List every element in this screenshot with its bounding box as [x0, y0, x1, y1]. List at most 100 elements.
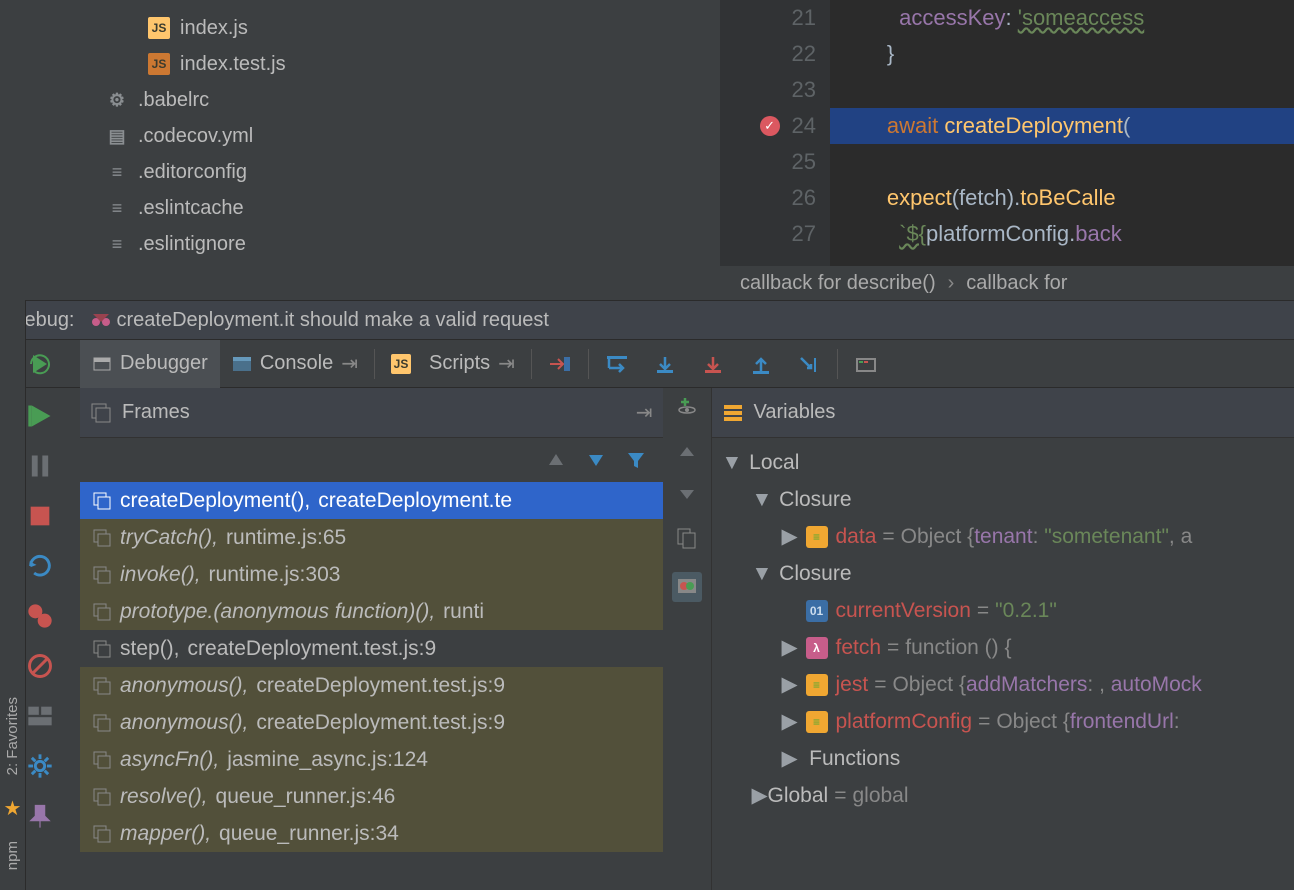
expand-icon[interactable]: ▶ — [782, 672, 798, 697]
variable-row[interactable]: ▼ Local — [712, 444, 1294, 481]
pin-icon[interactable]: ⇥ — [498, 351, 515, 376]
project-tree-item[interactable]: ≡ .eslintcache — [0, 190, 720, 226]
variable-row[interactable]: ▶λfetch=function () { — [712, 629, 1294, 666]
variable-row[interactable]: ▶≡data=Object {tenant: "sometenant", a — [712, 518, 1294, 555]
pin-icon[interactable]: ⇥ — [341, 351, 358, 376]
step-into-button[interactable] — [641, 340, 689, 388]
file-icon: ▤ — [106, 125, 128, 147]
layout-settings-button[interactable] — [26, 702, 54, 730]
project-tree[interactable]: JSindex.jsJSindex.test.js⚙.babelrc▤.code… — [0, 0, 720, 300]
variable-row[interactable]: 01currentVersion="0.2.1" — [712, 592, 1294, 629]
expand-icon[interactable]: ▼ — [722, 451, 738, 475]
expand-icon[interactable]: ▶ — [782, 746, 798, 771]
stack-frame[interactable]: tryCatch(), runtime.js:65 — [80, 519, 663, 556]
expand-icon[interactable]: ▶ — [752, 783, 768, 808]
watches-icon[interactable] — [675, 575, 699, 599]
variable-row[interactable]: ▶Global=global — [712, 777, 1294, 814]
tab-console[interactable]: Console ⇥ — [220, 340, 370, 388]
stack-frame[interactable]: asyncFn(), jasmine_async.js:124 — [80, 741, 663, 778]
frame-icon — [92, 528, 112, 548]
settings-button[interactable] — [26, 752, 54, 780]
frame-icon — [92, 824, 112, 844]
reload-button[interactable] — [26, 552, 54, 580]
breadcrumb-item[interactable]: callback for — [966, 272, 1067, 295]
frame-up-button[interactable] — [545, 449, 567, 471]
frames-list[interactable]: createDeployment(), createDeployment.tet… — [80, 482, 663, 890]
pause-button[interactable] — [26, 452, 54, 480]
file-label: .eslintcache — [138, 197, 244, 220]
tab-debugger[interactable]: Debugger — [80, 340, 220, 388]
expand-icon[interactable]: ▶ — [782, 635, 798, 660]
breadcrumb-item[interactable]: callback for describe() — [740, 272, 936, 295]
stack-frame[interactable]: createDeployment(), createDeployment.te — [80, 482, 663, 519]
run-to-cursor-button[interactable] — [785, 340, 833, 388]
code-editor[interactable]: 212223✓24252627 accessKey: 'someaccess }… — [720, 0, 1294, 300]
frame-icon — [92, 602, 112, 622]
frame-icon — [92, 750, 112, 770]
editor-code[interactable]: accessKey: 'someaccess } await createDep… — [830, 0, 1294, 300]
stack-frame[interactable]: anonymous(), createDeployment.test.js:9 — [80, 667, 663, 704]
file-icon: ≡ — [106, 197, 128, 219]
project-tree-item[interactable]: ≡.eslintignore — [0, 226, 720, 262]
show-execution-point-button[interactable] — [536, 340, 584, 388]
step-over-button[interactable] — [593, 340, 641, 388]
view-breakpoints-button[interactable] — [26, 602, 54, 630]
project-tree-item[interactable]: JSindex.js — [0, 10, 720, 46]
npm-stripe-button[interactable]: npm — [4, 841, 21, 870]
variable-row[interactable]: ▶≡jest=Object {addMatchers: , autoMock — [712, 666, 1294, 703]
value-icon: 01 — [806, 600, 828, 622]
frames-icon — [90, 402, 112, 424]
evaluate-expression-button[interactable] — [842, 340, 890, 388]
editor-gutter: 212223✓24252627 — [720, 0, 830, 300]
breadcrumb[interactable]: callback for describe() › callback for — [720, 266, 1294, 300]
collapse-up-icon[interactable] — [677, 442, 697, 462]
jest-icon — [89, 308, 113, 332]
object-icon: ≡ — [806, 526, 828, 548]
stop-button[interactable] — [26, 502, 54, 530]
frame-icon — [92, 676, 112, 696]
file-label: .editorconfig — [138, 161, 247, 184]
variables-tree[interactable]: ▼ Local▼ Closure▶≡data=Object {tenant: "… — [712, 438, 1294, 814]
rerun-icon[interactable] — [27, 351, 53, 377]
debugger-icon — [92, 354, 112, 374]
expand-icon[interactable]: ▶ — [782, 524, 798, 549]
frame-down-button[interactable] — [585, 449, 607, 471]
frames-pane-header: Frames ⇥ — [80, 388, 663, 438]
left-tool-stripe[interactable]: 2: Favorites ★ npm — [0, 300, 26, 890]
stack-frame[interactable]: prototype.(anonymous function)(), runti — [80, 593, 663, 630]
variable-row[interactable]: ▶ Functions — [712, 740, 1294, 777]
file-icon: ⚙ — [106, 89, 128, 111]
expand-down-icon[interactable] — [677, 484, 697, 504]
star-icon[interactable]: ★ — [4, 796, 22, 821]
stack-frame[interactable]: invoke(), runtime.js:303 — [80, 556, 663, 593]
pin-icon[interactable]: ⇥ — [636, 400, 653, 425]
stack-frame[interactable]: resolve(), queue_runner.js:46 — [80, 778, 663, 815]
resume-button[interactable] — [26, 402, 54, 430]
force-step-into-button[interactable] — [689, 340, 737, 388]
filter-icon[interactable] — [625, 449, 647, 471]
copy-icon[interactable] — [675, 526, 699, 550]
project-tree-item[interactable]: ≡.editorconfig — [0, 154, 720, 190]
expand-icon[interactable]: ▶ — [782, 709, 798, 734]
variable-row[interactable]: ▼ Closure — [712, 555, 1294, 592]
step-out-button[interactable] — [737, 340, 785, 388]
project-tree-item[interactable]: ▤.codecov.yml — [0, 118, 720, 154]
add-watch-button[interactable] — [675, 396, 699, 420]
tab-scripts[interactable]: JS Scripts ⇥ — [379, 340, 527, 388]
mute-breakpoints-button[interactable] — [26, 652, 54, 680]
expand-icon[interactable]: ▼ — [752, 562, 768, 586]
pin-button[interactable] — [26, 802, 54, 830]
expand-icon[interactable]: ▼ — [752, 488, 768, 512]
variables-label: Variables — [754, 401, 836, 424]
project-tree-item[interactable]: JSindex.test.js — [0, 46, 720, 82]
variable-row[interactable]: ▶≡platformConfig=Object {frontendUrl: — [712, 703, 1294, 740]
project-tree-item[interactable]: ⚙.babelrc — [0, 82, 720, 118]
favorites-stripe-button[interactable]: 2: Favorites — [4, 697, 21, 775]
stack-frame[interactable]: step(), createDeployment.test.js:9 — [80, 630, 663, 667]
variable-row[interactable]: ▼ Closure — [712, 481, 1294, 518]
frame-icon — [92, 565, 112, 585]
stack-frame[interactable]: anonymous(), createDeployment.test.js:9 — [80, 704, 663, 741]
breakpoint-icon[interactable]: ✓ — [760, 116, 780, 136]
stack-frame[interactable]: mapper(), queue_runner.js:34 — [80, 815, 663, 852]
console-icon — [232, 354, 252, 374]
